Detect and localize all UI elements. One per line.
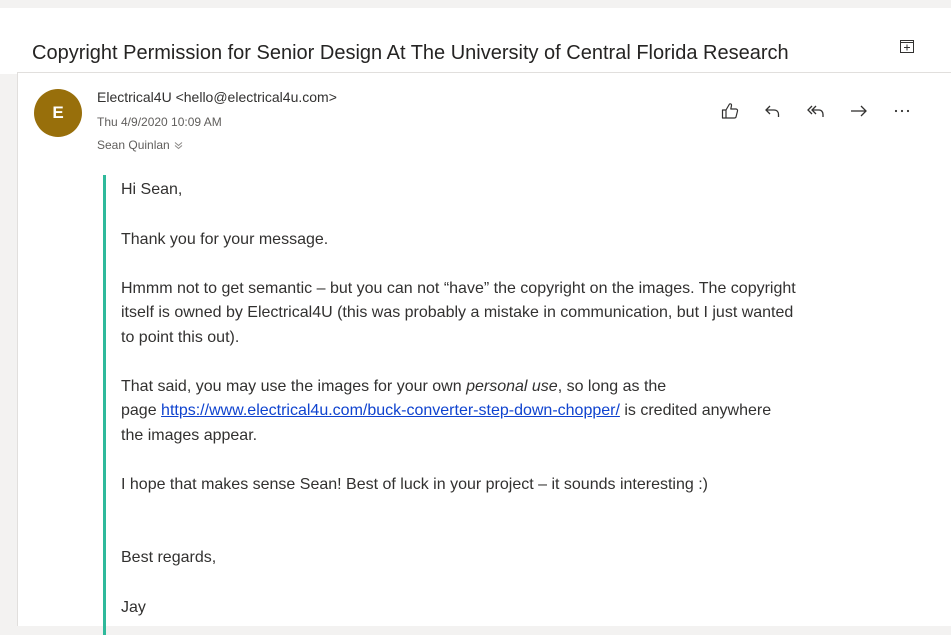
paragraph-usage-line-2: page https://www.electrical4u.com/buck-c… (121, 402, 772, 419)
reply-all-icon (807, 105, 824, 117)
forward-button[interactable] (847, 99, 871, 123)
paragraph-copyright-line-1: Hmmm not to get semantic – but you can n… (121, 280, 796, 297)
email-subject: Copyright Permission for Senior Design A… (32, 42, 789, 64)
sender[interactable]: Electrical4U <hello@electrical4u.com> (97, 89, 337, 105)
thumbs-up-icon (721, 103, 739, 119)
open-in-new-window-icon[interactable] (899, 38, 915, 54)
buck-converter-link[interactable]: https://www.electrical4u.com/buck-conver… (161, 402, 620, 419)
paragraph-usage-line-3: the images appear. (121, 427, 258, 444)
signature: Jay (121, 599, 146, 616)
paragraph-closing-wish: I hope that makes sense Sean! Best of lu… (121, 476, 708, 493)
subject-bar: Copyright Permission for Senior Design A… (0, 8, 951, 74)
closing: Best regards, (121, 549, 217, 566)
greeting: Hi Sean, (121, 181, 183, 198)
paragraph-copyright-line-2: itself is owned by Electrical4U (this wa… (121, 304, 794, 321)
paragraph-copyright-line-3: to point this out). (121, 329, 240, 346)
thanks-line: Thank you for your message. (121, 231, 329, 248)
message-card: E Electrical4U <hello@electrical4u.com> … (17, 72, 951, 635)
recipient[interactable]: Sean Quinlan (97, 138, 183, 152)
forward-icon (851, 105, 867, 117)
paragraph-usage-line-1: That said, you may use the images for yo… (121, 378, 667, 395)
more-icon (894, 109, 910, 113)
chevron-down-double-icon (174, 141, 183, 149)
avatar[interactable]: E (34, 89, 82, 137)
like-button[interactable] (718, 99, 742, 123)
message-body: Hi Sean, Thank you for your message. Hmm… (103, 175, 926, 635)
sent-date: Thu 4/9/2020 10:09 AM (97, 115, 222, 129)
reply-all-button[interactable] (804, 99, 828, 123)
reply-button[interactable] (761, 99, 785, 123)
recipient-name: Sean Quinlan (97, 138, 170, 152)
personal-use-emphasis: personal use (466, 378, 558, 395)
reply-icon (765, 105, 780, 117)
avatar-initial: E (52, 103, 64, 122)
more-actions-button[interactable] (890, 99, 914, 123)
